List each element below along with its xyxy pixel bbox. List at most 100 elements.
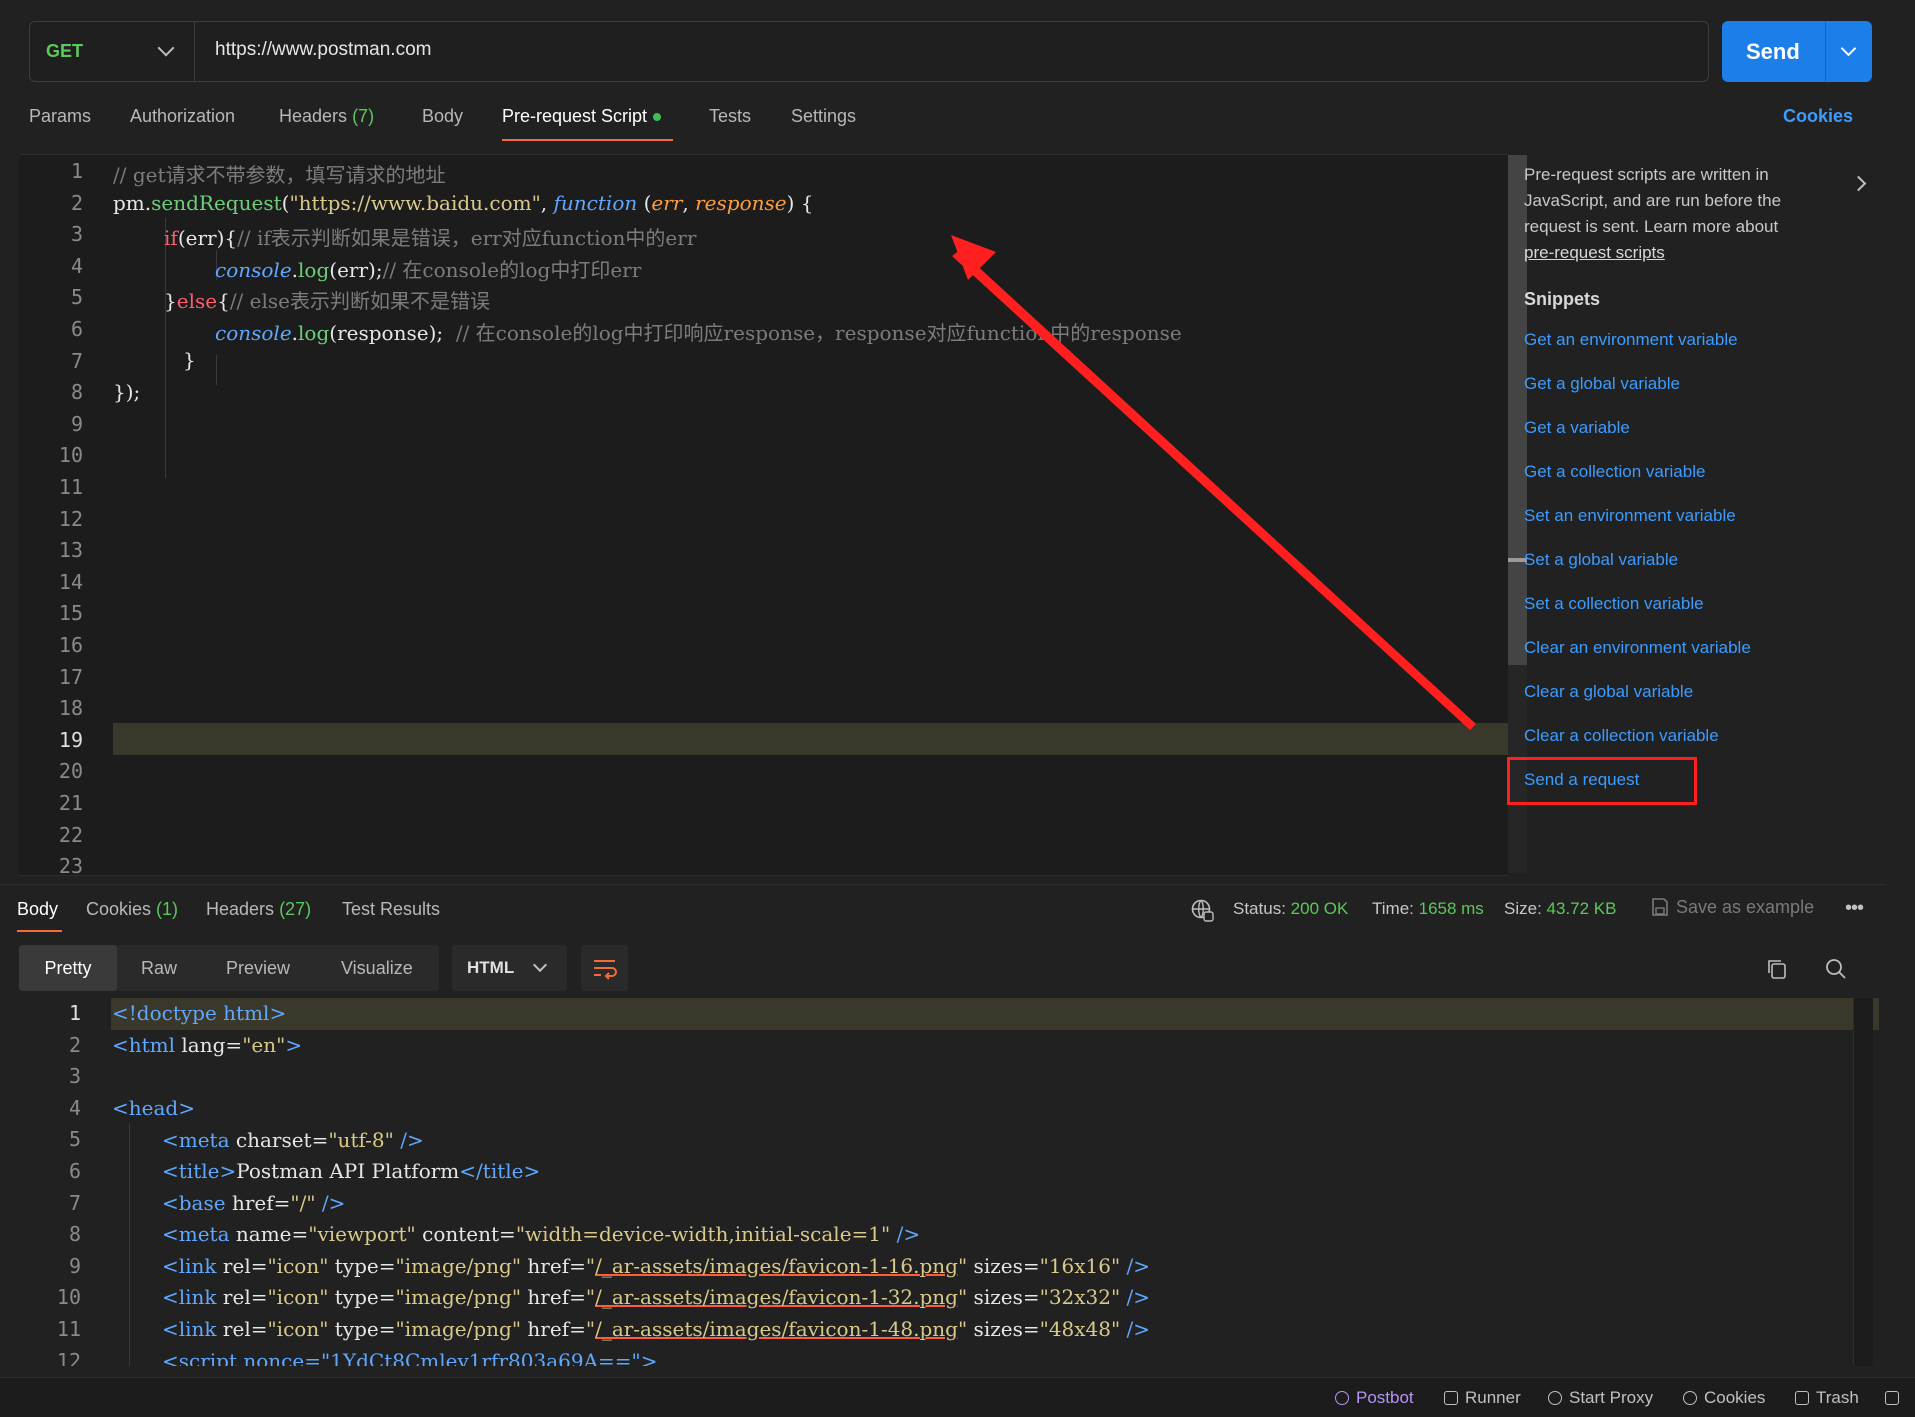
pane-divider[interactable]: [0, 884, 1885, 885]
code-line: <script nonce="1YdCt8Cmlev1rfr803a69A=="…: [162, 1349, 658, 1366]
response-status[interactable]: Status: 200 OK: [1233, 899, 1348, 919]
snippet-link[interactable]: Set an environment variable: [1524, 506, 1736, 526]
line-number: 17: [58, 664, 83, 689]
snippet-link[interactable]: Get a variable: [1524, 418, 1630, 438]
footer-cookies-button[interactable]: Cookies: [1683, 1388, 1765, 1408]
line-number: 21: [58, 791, 83, 815]
wrap-icon: [594, 960, 617, 980]
code-token: console: [215, 258, 292, 282]
line-number: 5: [68, 1127, 81, 1152]
tab-headers[interactable]: Headers (7): [279, 106, 374, 127]
postbot-label: Postbot: [1356, 1388, 1414, 1407]
code-token: "image/png": [395, 1254, 522, 1278]
copy-icon[interactable]: [1765, 957, 1789, 986]
code-token: content: [415, 1222, 500, 1246]
code-token: "image/png": [395, 1317, 522, 1341]
code-token: lang: [175, 1033, 226, 1057]
tab-tests[interactable]: Tests: [709, 106, 751, 127]
send-button[interactable]: Send: [1722, 21, 1872, 82]
code-token: sizes: [967, 1285, 1023, 1309]
response-size[interactable]: Size: 43.72 KB: [1504, 899, 1616, 919]
snippet-link[interactable]: Clear a collection variable: [1524, 726, 1719, 746]
chevron-right-icon[interactable]: [1850, 175, 1867, 192]
response-time[interactable]: Time: 1658 ms: [1372, 899, 1484, 919]
view-preview-button[interactable]: Preview: [226, 945, 290, 991]
tab-prerequest-script[interactable]: Pre-request Script: [502, 106, 662, 127]
tab-body[interactable]: Body: [422, 106, 463, 127]
url-input[interactable]: https://www.postman.com: [215, 39, 431, 61]
line-number: 8: [70, 380, 83, 405]
response-tab-test-results[interactable]: Test Results: [342, 899, 440, 920]
prerequest-docs-link[interactable]: pre-request scripts: [1524, 243, 1665, 262]
code-token: "https://www.baidu.com": [289, 191, 541, 215]
save-as-example-button[interactable]: Save as example: [1650, 897, 1814, 918]
search-icon[interactable]: [1824, 957, 1848, 986]
snippet-link[interactable]: Set a collection variable: [1524, 594, 1704, 614]
response-scrollbar[interactable]: [1853, 998, 1873, 1366]
indent-guide: [129, 1123, 130, 1366]
tab-authorization[interactable]: Authorization: [130, 106, 235, 127]
send-label: Send: [1746, 38, 1800, 64]
trash-button[interactable]: Trash: [1795, 1388, 1859, 1408]
response-body-viewer[interactable]: 1 2 3 4 5 6 7 8 9 10 11 12 <!doctype html> <html la…: [19, 998, 1879, 1366]
response-tab-headers[interactable]: Headers (27): [206, 899, 311, 920]
code-token: (err);: [329, 258, 383, 282]
line-number: 2: [70, 190, 83, 215]
response-tab-body[interactable]: Body: [17, 899, 58, 920]
start-proxy-button[interactable]: Start Proxy: [1548, 1388, 1653, 1408]
more-options-icon[interactable]: •••: [1845, 897, 1864, 920]
view-pretty-button[interactable]: Pretty: [19, 945, 117, 991]
snippets-heading: Snippets: [1524, 289, 1601, 309]
tab-settings[interactable]: Settings: [791, 106, 856, 127]
code-token: href: [521, 1317, 570, 1341]
method-label: GET: [46, 41, 84, 61]
language-select[interactable]: HTML: [452, 945, 567, 991]
code-line: if(err){// if表示判断如果是错误，err对应function中的er…: [164, 222, 696, 251]
code-line: <link rel="icon" type="image/png" href="…: [162, 1317, 1151, 1341]
href-link[interactable]: /_ar-assets/images/favicon-1-48.png: [595, 1317, 958, 1341]
line-number: 8: [68, 1222, 81, 1247]
runner-button[interactable]: Runner: [1444, 1388, 1521, 1408]
line-number: 4: [68, 1095, 81, 1120]
network-globe-icon[interactable]: [1190, 898, 1214, 927]
line-number: 11: [56, 1317, 81, 1341]
method-select[interactable]: GET: [30, 22, 195, 81]
size-value: 43.72 KB: [1546, 899, 1617, 918]
snippet-link[interactable]: Clear a global variable: [1524, 682, 1693, 702]
code-line: <meta charset="utf-8" />: [162, 1128, 424, 1152]
code-token: rel: [216, 1254, 251, 1278]
layout-toggle-icon[interactable]: [1885, 1388, 1899, 1408]
status-label: Status:: [1233, 899, 1286, 918]
line-number: 11: [58, 475, 83, 499]
code-token: href: [521, 1254, 570, 1278]
view-visualize-button[interactable]: Visualize: [341, 945, 413, 991]
cookies-link[interactable]: Cookies: [1783, 106, 1853, 127]
snippet-link[interactable]: Get a collection variable: [1524, 462, 1705, 482]
footer-cookies-label: Cookies: [1704, 1388, 1766, 1407]
snippet-link[interactable]: Clear an environment variable: [1524, 638, 1751, 658]
href-link[interactable]: /_ar-assets/images/favicon-1-16.png: [595, 1254, 958, 1278]
snippet-link[interactable]: Get an environment variable: [1524, 330, 1738, 350]
snippet-link[interactable]: Set a global variable: [1524, 550, 1678, 570]
snippet-link[interactable]: Get a global variable: [1524, 374, 1680, 394]
code-token: <meta: [162, 1222, 230, 1246]
code-token: (response);: [329, 321, 456, 345]
response-tab-headers-count: (27): [279, 899, 312, 919]
response-tab-cookies[interactable]: Cookies (1): [86, 899, 178, 920]
view-raw-button[interactable]: Raw: [141, 945, 177, 991]
code-token: pm.: [113, 191, 152, 215]
line-number: 19: [58, 727, 83, 752]
code-token: >: [285, 1033, 303, 1057]
time-label: Time:: [1372, 899, 1414, 918]
code-token: />: [1120, 1285, 1151, 1309]
wrap-lines-button[interactable]: [581, 945, 628, 991]
code-token: />: [315, 1191, 346, 1215]
href-link[interactable]: /_ar-assets/images/favicon-1-32.png: [595, 1285, 958, 1309]
response-tab-cookies-count: (1): [156, 899, 179, 919]
code-token: {: [217, 289, 230, 313]
tab-params[interactable]: Params: [29, 106, 91, 127]
annotation-highlight-box: [1507, 757, 1697, 805]
code-token: ,: [540, 191, 554, 215]
postbot-button[interactable]: Postbot: [1335, 1388, 1414, 1408]
script-editor[interactable]: 1 2 3 4 5 6 7 8 9 10 11 12 13 14 15 16 17 18 19 20 21 22 23 //…: [19, 154, 1527, 878]
